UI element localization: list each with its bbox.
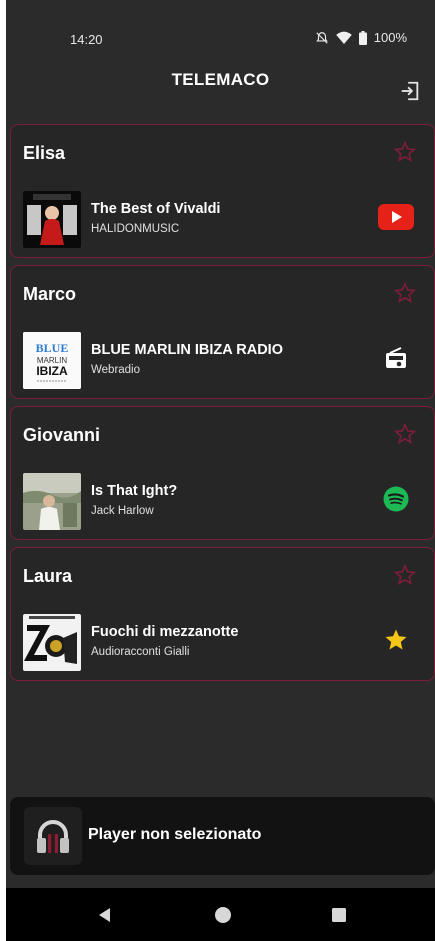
- radio-icon: [386, 347, 406, 368]
- headphones-icon: [37, 820, 69, 853]
- track-title: BLUE MARLIN IBIZA RADIO: [91, 342, 283, 358]
- card-user-name: Elisa: [23, 143, 66, 163]
- system-nav-bar: [6, 888, 435, 941]
- favorite-toggle[interactable]: [393, 281, 417, 304]
- favorite-toggle[interactable]: [393, 563, 417, 586]
- source-button[interactable]: [378, 626, 414, 654]
- track-artist: Webradio: [91, 364, 141, 376]
- battery-icon: [358, 30, 367, 45]
- track-artist: HALIDONMUSIC: [91, 223, 180, 235]
- jack-harlow-cover-image: [23, 473, 81, 530]
- card-user-name: Laura: [23, 566, 73, 586]
- favorite-toggle[interactable]: [393, 422, 417, 445]
- fuochi-cover-image: [23, 614, 81, 671]
- player-icon: [24, 807, 82, 865]
- youtube-icon: [378, 204, 414, 230]
- logout-button[interactable]: [399, 80, 421, 102]
- back-icon: [99, 908, 110, 922]
- album-cover: [23, 614, 81, 671]
- vivaldi-cover-image: [23, 191, 81, 248]
- status-bar: 14:20 100%: [6, 0, 435, 72]
- card-user-name: Marco: [23, 284, 77, 304]
- track-title: The Best of Vivaldi: [91, 201, 221, 217]
- album-cover: [23, 191, 81, 248]
- star-outline-icon: [393, 563, 417, 585]
- star-outline-icon: [393, 281, 417, 303]
- recents-icon: [332, 908, 346, 922]
- audiobook-star-icon: [385, 629, 407, 650]
- spotify-icon: [383, 486, 409, 512]
- album-cover: [23, 473, 81, 530]
- card-elisa[interactable]: Elisa The Best of Vivaldi HALIDONMUSIC: [10, 124, 435, 258]
- favorite-toggle[interactable]: [393, 140, 417, 163]
- home-icon: [215, 907, 231, 923]
- status-icons: 100%: [315, 30, 407, 45]
- track-title: Is That Ight?: [91, 483, 178, 499]
- battery-percentage: 100%: [373, 30, 407, 45]
- card-laura[interactable]: Laura Fuochi di mezzanotte Audioracconti…: [10, 547, 435, 681]
- player-bar[interactable]: Player non selezionato: [10, 797, 435, 875]
- album-cover: BLUE MARLIN IBIZA: [23, 332, 81, 389]
- cover-text-blue: BLUE: [36, 341, 69, 355]
- app-title: TELEMACO: [171, 70, 270, 89]
- nav-home-button[interactable]: [212, 904, 234, 926]
- shared-tracks-list: Elisa The Best of Vivaldi HALIDONMUSIC M…: [10, 124, 435, 688]
- source-button[interactable]: [378, 485, 414, 513]
- nav-back-button[interactable]: [94, 904, 116, 926]
- status-time: 14:20: [70, 32, 103, 47]
- wifi-icon: [335, 31, 352, 44]
- track-title: Fuochi di mezzanotte: [91, 624, 239, 640]
- blue-marlin-logo-image: BLUE MARLIN IBIZA: [23, 332, 81, 389]
- player-status-label: Player non selezionato: [88, 826, 262, 843]
- card-giovanni[interactable]: Giovanni Is That Ight? Jack Harlow: [10, 406, 435, 540]
- app-screen: 14:20 100% TELEMACO Elisa The Best of Vi…: [6, 0, 435, 941]
- nav-recents-button[interactable]: [328, 904, 350, 926]
- card-user-name: Giovanni: [23, 425, 101, 445]
- star-outline-icon: [393, 140, 417, 162]
- star-outline-icon: [393, 422, 417, 444]
- logout-icon: [401, 81, 419, 101]
- track-artist: Jack Harlow: [91, 505, 154, 517]
- notifications-off-icon: [315, 31, 328, 44]
- card-marco[interactable]: Marco BLUE MARLIN IBIZA BLUE MARLIN IBIZ…: [10, 265, 435, 399]
- source-button[interactable]: [378, 203, 414, 231]
- cover-text-ibiza: IBIZA: [36, 364, 68, 378]
- source-button[interactable]: [378, 344, 414, 372]
- track-artist: Audioracconti Gialli: [91, 646, 190, 658]
